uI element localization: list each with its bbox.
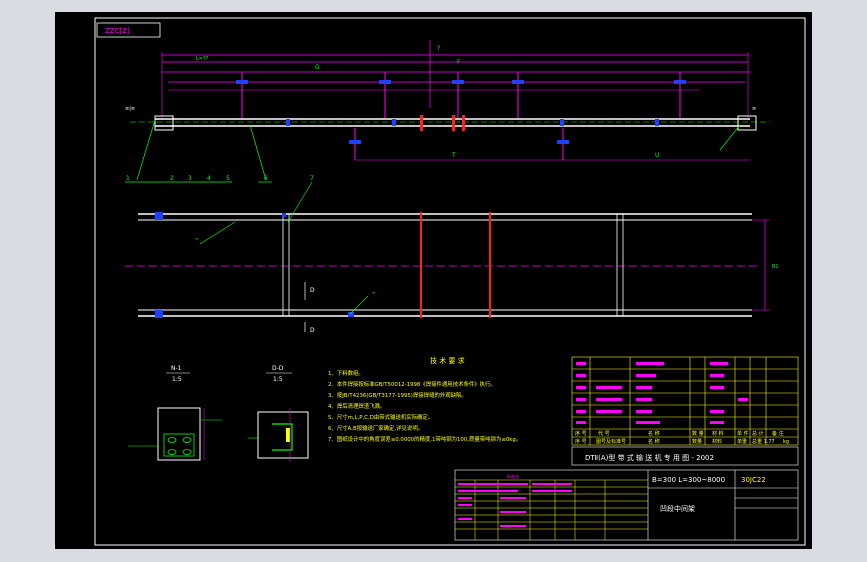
- tech-req-item-6: 6、尺寸A,B按输送厂家确定,详见说明。: [328, 424, 423, 432]
- bom-header-6: 单 件: [737, 430, 749, 437]
- bom-subheader-1: 序 号: [575, 438, 587, 445]
- tech-req-item-3: 3、按JB/T4236(GB/T3177-1995)焊接焊缝的外观缺陷。: [328, 391, 467, 399]
- title-block-code: 30JC22: [741, 476, 766, 484]
- cad-drawing: ZZC[Z] L=?? G ? F ≡|≡ ≡ T U 1 2 3 4 5 6 …: [55, 12, 812, 549]
- plan-side-dim: B1: [772, 264, 779, 270]
- bom-subheader-2: 图号及标准号: [596, 438, 626, 445]
- leader-7: 7: [310, 175, 314, 182]
- detail-2-scale: 1:5: [273, 376, 283, 383]
- plan-leader-text-1: ≡: [195, 236, 198, 241]
- tech-req-item-1: 1、下料数组。: [328, 369, 364, 377]
- dim-label-G: G: [315, 64, 320, 71]
- tech-req-item-2: 2、本件焊接按标准GB/T50012-1998《焊接件通用技术条件》执行。: [328, 380, 496, 388]
- drawing-sheet: [55, 12, 812, 549]
- bom-header-3: 名 称: [648, 430, 660, 437]
- bom-subheader-5: 材料: [712, 438, 722, 445]
- svg-text:≡: ≡: [752, 106, 756, 112]
- bom-subheader-8: kg: [783, 439, 789, 445]
- bom-header-1: 序 号: [575, 430, 587, 437]
- bom-subheader-7: 总重 1.77: [752, 438, 775, 445]
- leader-4: 4: [207, 175, 211, 182]
- dim-label-unknown: ?: [437, 45, 440, 52]
- revision-box-text: ZZC[Z]: [105, 27, 130, 35]
- bom-header-4: 数 量: [692, 430, 704, 437]
- leader-3: 3: [188, 175, 192, 182]
- tech-req-title: 技 术 要 求: [430, 356, 465, 365]
- dim-label-F: F: [457, 59, 461, 66]
- bom-subheader-3: 名 称: [648, 438, 660, 445]
- title-block-spec: B=300 L=300~8000: [652, 476, 725, 484]
- leader-6: 6: [264, 175, 268, 182]
- leader-5: 5: [226, 175, 230, 182]
- tech-req-item-4: 4、焊后清理焊渣飞溅。: [328, 402, 385, 410]
- detail-1-label: N-1: [171, 365, 182, 372]
- bom-header-7: 总 计: [752, 430, 764, 437]
- dim-label-U: U: [655, 152, 659, 159]
- bom-header-2: 代 号: [598, 430, 610, 437]
- leader-2: 2: [170, 175, 174, 182]
- title-block-project: DTⅡ(A)型 带 式 输 送 机 专 用 图 - 2002: [585, 453, 714, 462]
- signature-grid-header: 标准化: [507, 473, 519, 479]
- detail-1-scale: 1:5: [172, 376, 182, 383]
- bom-header-5: 材 料: [712, 430, 724, 437]
- bom-subheader-6: 单重: [737, 438, 747, 445]
- section-mark-D-upper: D: [310, 287, 315, 294]
- svg-text:≡|≡: ≡|≡: [125, 106, 135, 112]
- section-mark-D-lower: D: [310, 327, 315, 334]
- plan-leader-text-2: ≡: [372, 290, 375, 295]
- title-block-drawing-name: 凹段中间架: [660, 504, 695, 513]
- dim-label-T: T: [451, 152, 456, 159]
- bom-subheader-4: 数量: [692, 438, 702, 445]
- dim-label-L: L=??: [196, 56, 209, 62]
- tech-req-item-7: 7、图纸设计中的角度误差≤0.0000的精度,1带吨钢为100,质量带吨钢为≤0…: [328, 435, 521, 443]
- tech-req-item-5: 5、尺寸m,L,P,C,D由带式输送机实际确定。: [328, 413, 433, 421]
- bom-header-8: 备 注: [772, 430, 784, 437]
- leader-1: 1: [126, 175, 130, 182]
- detail-2-label: D-D: [272, 365, 284, 372]
